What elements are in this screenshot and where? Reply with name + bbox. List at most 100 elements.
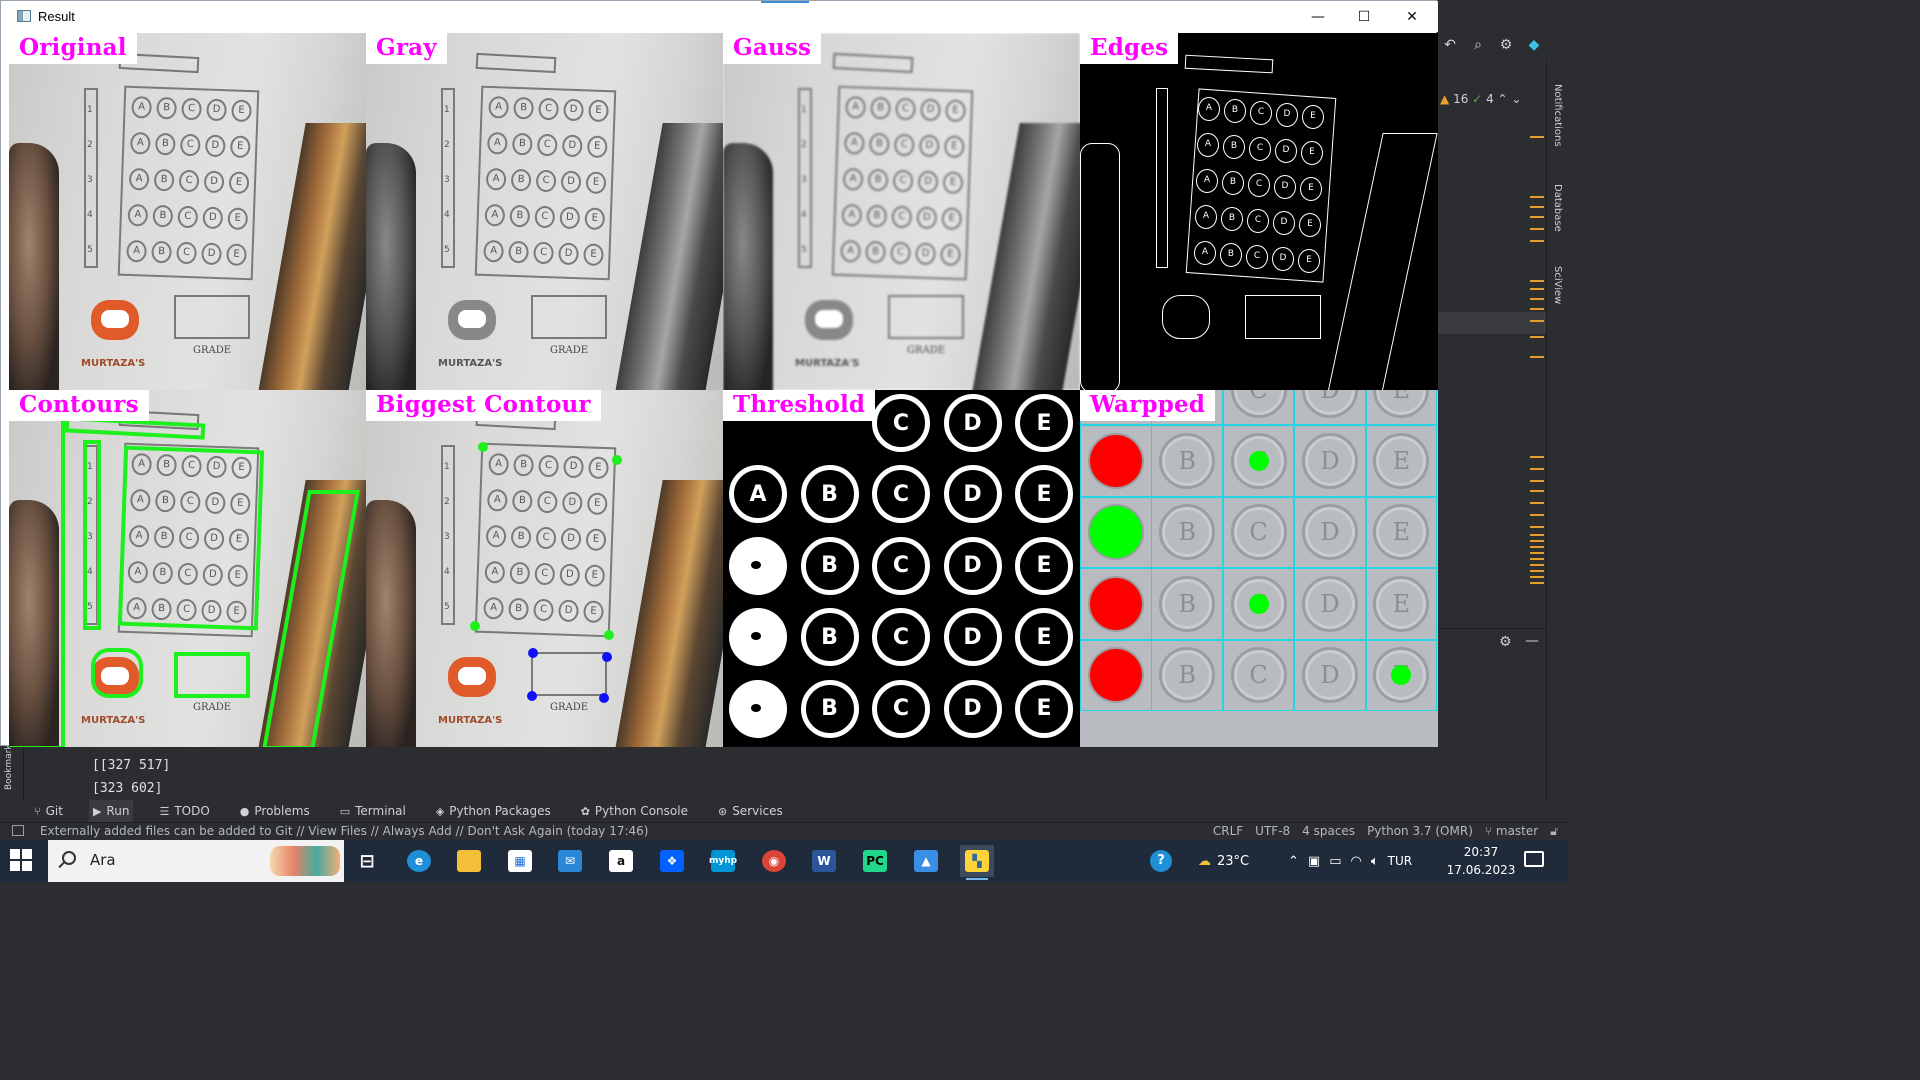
pycharm-icon[interactable]: PC — [858, 845, 892, 877]
minimize-button[interactable]: — — [1295, 1, 1341, 32]
bubble: E — [942, 171, 964, 195]
weather-widget[interactable]: ☁ 23°C — [1198, 840, 1249, 882]
layout-icon[interactable] — [12, 825, 24, 836]
python-interpreter[interactable]: Python 3.7 (OMR) — [1367, 824, 1473, 839]
store-icon[interactable]: ▦ — [503, 845, 537, 877]
blurred-image: A B C D E A B C D E A B C D E A B C D E A B C D E 1 2 3 4 5 GRADE MURTA… — [723, 33, 1080, 390]
bubble: D — [917, 170, 939, 194]
photos-icon[interactable]: ▲ — [909, 845, 943, 877]
bubble: E — [227, 207, 249, 231]
wifi-icon[interactable]: ◠ — [1351, 854, 1362, 869]
bubble: D — [1301, 390, 1358, 418]
warped-cell: B — [1151, 425, 1223, 497]
camera-image: A B C D E A B C D E A B C D E A B C D E A B C D E 1 2 3 4 5 GRADE MURTA… — [9, 33, 366, 390]
bubble: E — [588, 99, 609, 123]
taskbar-search[interactable]: Ara — [48, 840, 344, 882]
grade-box — [174, 295, 250, 339]
file-explorer-icon[interactable] — [452, 845, 486, 877]
gear-icon[interactable]: ⚙ — [1499, 634, 1512, 650]
threshold-bubble: B — [800, 608, 859, 667]
tab-todo[interactable]: ☰ TODO — [155, 800, 213, 822]
gear-icon[interactable]: ⚙ — [1497, 37, 1515, 53]
maximize-button[interactable]: ☐ — [1341, 1, 1387, 32]
brand-label: MURTAZA'S — [81, 358, 146, 369]
bubble-grid: ABCDEABCDEABCDEABCDEABCDE — [474, 85, 617, 281]
inspection-indicator[interactable]: ▲ 16 ✓ 4 ⌃ ⌄ — [1440, 92, 1521, 106]
tab-run[interactable]: ▶ Run — [88, 800, 134, 822]
title-bar[interactable]: Result — ☐ ✕ — [1, 1, 1438, 32]
notifications-tab[interactable]: Notifications — [1552, 84, 1563, 147]
bubble: E — [583, 243, 604, 267]
close-button[interactable]: ✕ — [1389, 1, 1435, 32]
logo-icon[interactable]: ◆ — [1525, 37, 1543, 53]
line-separator[interactable]: CRLF — [1213, 824, 1243, 839]
lock-icon[interactable]: 🔓︎ — [1550, 824, 1558, 839]
indent-setting[interactable]: 4 spaces — [1302, 824, 1355, 839]
help-icon[interactable]: ? — [1150, 840, 1172, 882]
grade-box — [888, 295, 964, 339]
word-icon[interactable]: W — [807, 845, 841, 877]
search-icon[interactable]: ⌕ — [1469, 37, 1487, 53]
git-branch[interactable]: ⑂ master — [1485, 824, 1538, 839]
tab-terminal[interactable]: ▭ Terminal — [336, 800, 410, 822]
chevron-up-icon[interactable]: ⌃ — [1498, 92, 1508, 106]
chevron-down-icon[interactable]: ⌄ — [1511, 92, 1521, 106]
file-encoding[interactable]: UTF-8 — [1255, 824, 1290, 839]
robot-logo — [91, 288, 141, 348]
bubble: B — [153, 168, 175, 192]
chrome-icon[interactable]: ◉ — [757, 845, 791, 877]
device-icon[interactable]: ▣ — [1308, 854, 1320, 869]
undo-icon[interactable]: ↶ — [1441, 37, 1459, 53]
bubble: E — [1373, 390, 1430, 418]
question-number: 4 — [801, 210, 807, 220]
panel-label: Threshold — [723, 390, 876, 421]
windows-start-icon[interactable] — [10, 849, 34, 873]
threshold-bubble: B — [800, 679, 859, 738]
question-number: 2 — [87, 140, 93, 150]
bookmarks-label[interactable]: Bookmarks — [4, 740, 14, 790]
tab-python-console[interactable]: ✿ Python Console — [577, 800, 692, 822]
clock[interactable]: 20:37 17.06.2023 — [1446, 843, 1516, 879]
hp-icon[interactable]: myhp — [706, 845, 740, 877]
check-count: 4 — [1486, 92, 1494, 106]
dropbox-icon[interactable]: ❖ — [655, 845, 689, 877]
chevron-up-icon[interactable]: ⌃ — [1288, 854, 1299, 869]
bubble: B — [868, 132, 890, 156]
status-message[interactable]: Externally added files can be added to G… — [40, 824, 649, 838]
bubble: D — [915, 242, 936, 266]
mail-icon[interactable]: ✉ — [553, 845, 587, 877]
correct-answer-mark — [1248, 593, 1269, 614]
database-tab[interactable]: Database — [1552, 184, 1563, 232]
task-view-icon[interactable]: ⊟ — [350, 845, 384, 877]
tab-git[interactable]: ⑂ Git — [30, 800, 67, 822]
bubble: A — [127, 203, 149, 227]
python-window-icon[interactable]: ▚ — [960, 845, 994, 880]
tab-services[interactable]: ⊛ Services — [714, 800, 787, 822]
edge-bubble: E — [1298, 249, 1320, 273]
threshold-bubble: E — [1015, 465, 1073, 524]
ide-toolbar: ↶ ⌕ ⚙ ◆ — [1437, 32, 1547, 58]
edge-bubble: D — [1273, 211, 1295, 235]
bubble: B — [508, 240, 529, 264]
grade-label: GRADE — [193, 702, 232, 713]
bubble: C — [536, 133, 558, 157]
edge-icon[interactable]: e — [402, 845, 436, 877]
bubble: E — [1373, 575, 1430, 632]
amazon-icon[interactable]: a — [604, 845, 638, 877]
bubble: C — [178, 169, 200, 193]
tab-problems[interactable]: ● Problems — [236, 800, 314, 822]
battery-icon[interactable]: ▭ — [1329, 854, 1341, 869]
language-indicator[interactable]: TUR — [1388, 854, 1412, 868]
bubble: B — [152, 204, 174, 228]
threshold-bubble: E — [1015, 394, 1073, 452]
grade-corner-point — [527, 691, 537, 701]
error-stripe[interactable] — [1530, 130, 1544, 590]
minimize-panel-icon[interactable]: — — [1525, 633, 1539, 649]
bubble: B — [509, 204, 531, 228]
sciview-tab[interactable]: SciView — [1552, 266, 1563, 304]
panel-threshold: CDEABCDEBCDEBCDEBCDE Threshold — [723, 390, 1080, 747]
robot-logo — [805, 288, 855, 348]
volume-icon[interactable]: 🔈︎ — [1371, 854, 1379, 869]
tab-python-packages[interactable]: ◈ Python Packages — [432, 800, 555, 822]
notification-center-icon[interactable] — [1524, 851, 1544, 867]
